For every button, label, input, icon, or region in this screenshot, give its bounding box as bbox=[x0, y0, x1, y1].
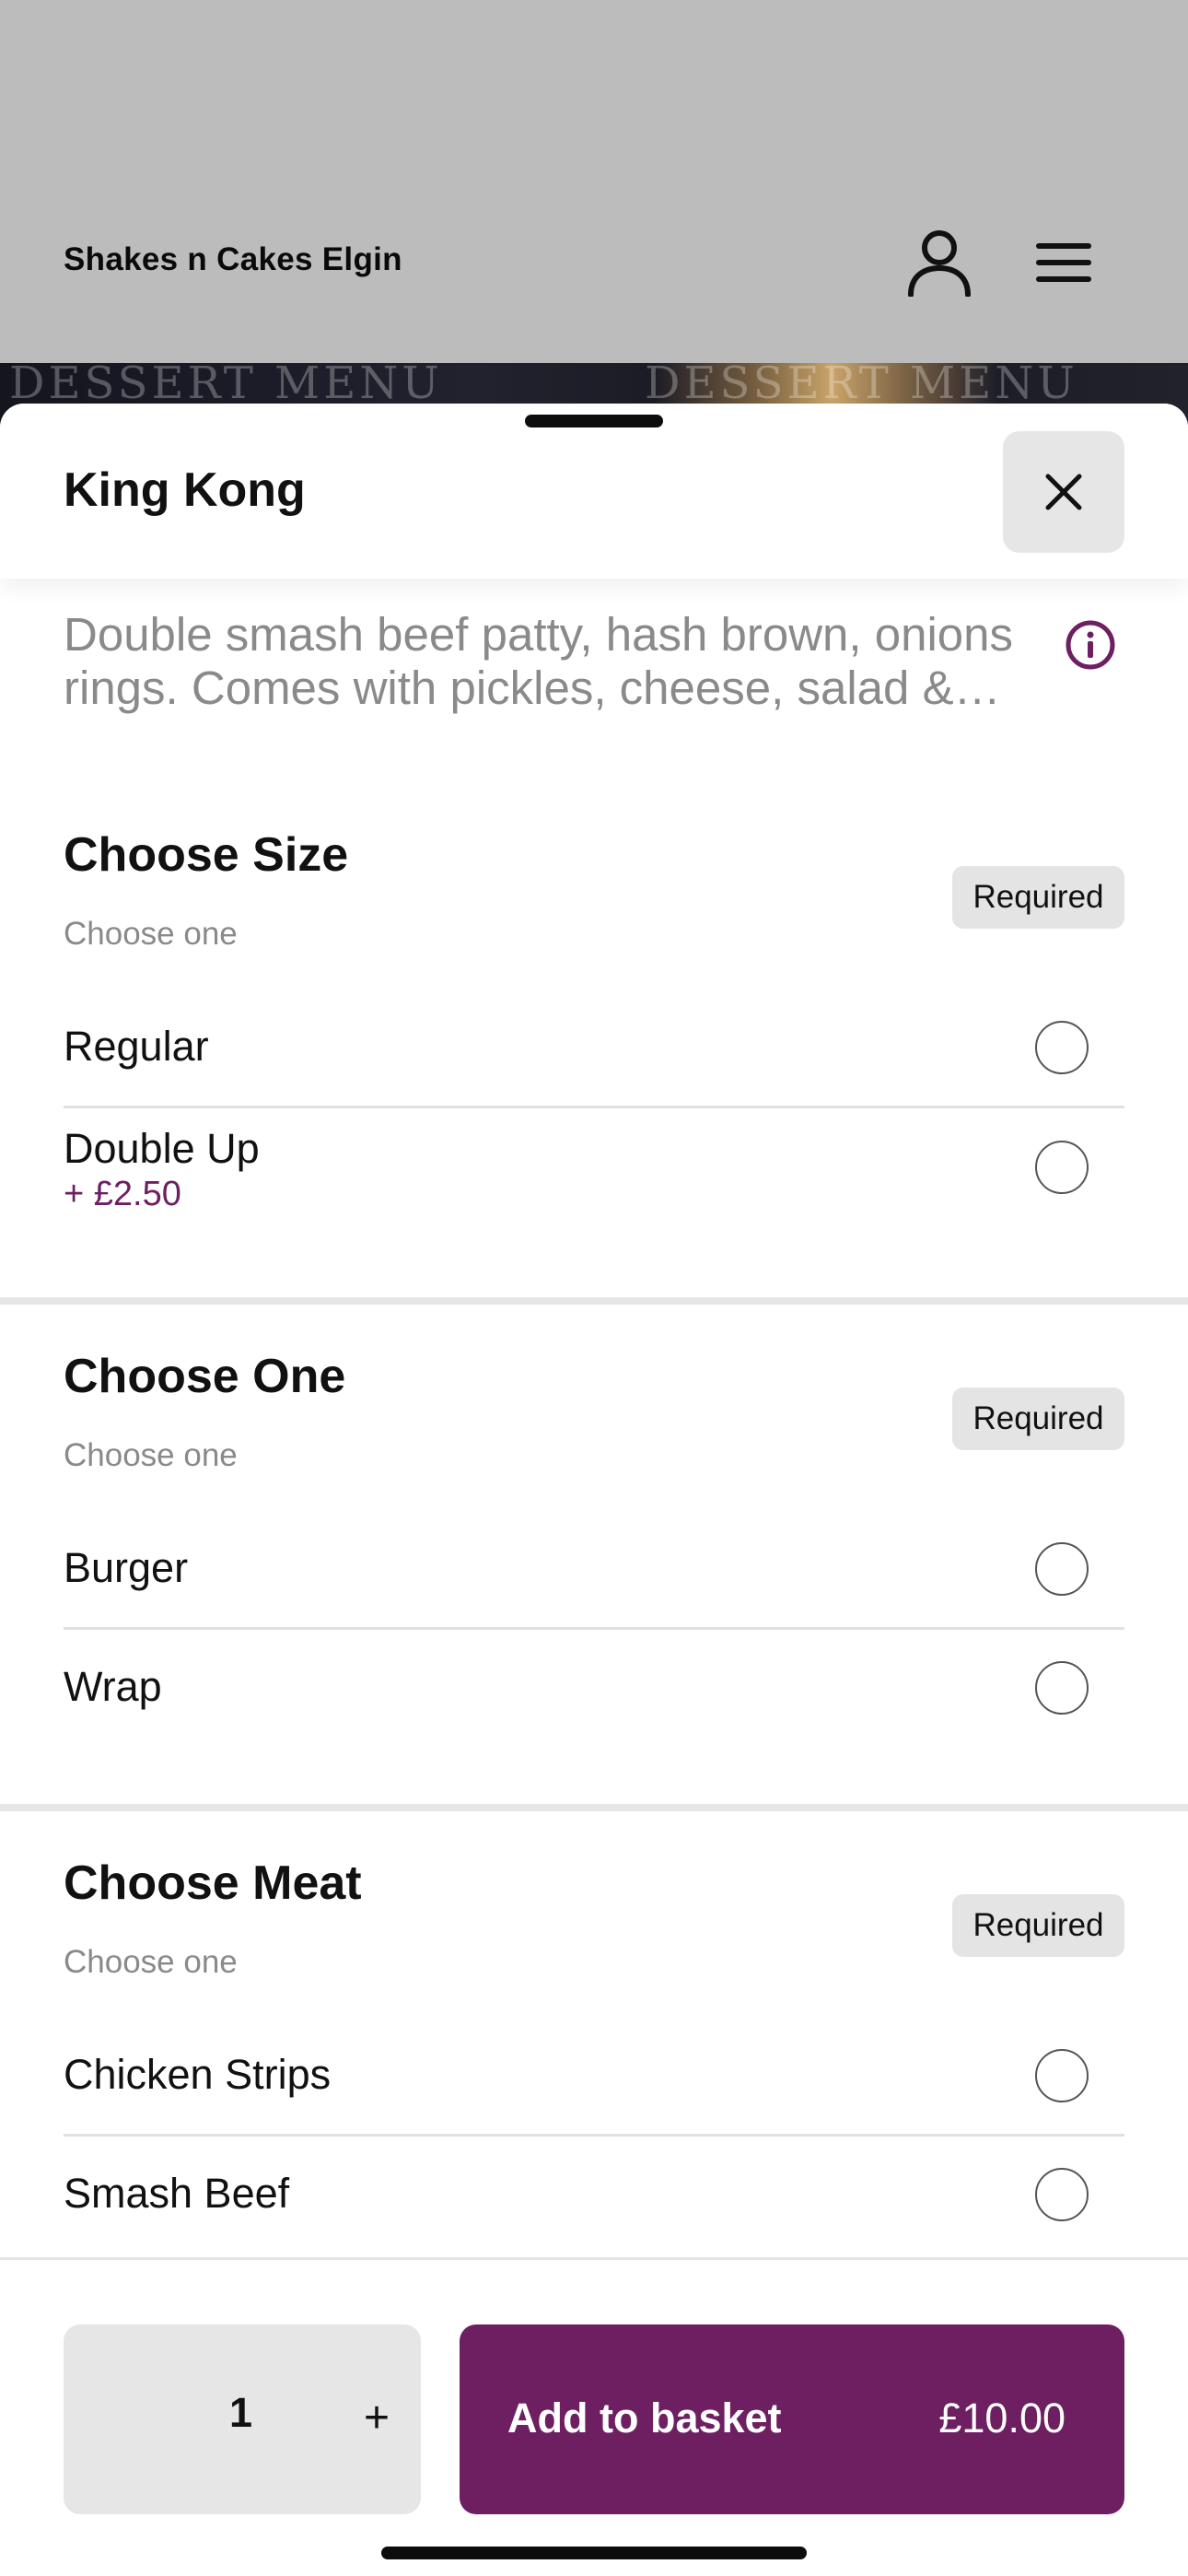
option-label: Wrap bbox=[64, 1663, 162, 1710]
home-indicator bbox=[381, 2547, 807, 2559]
close-icon bbox=[1045, 474, 1082, 510]
option-label: Smash Beef bbox=[64, 2170, 290, 2217]
option-row-wrap[interactable]: Wrap bbox=[64, 1630, 1124, 1744]
required-badge: Required bbox=[952, 1894, 1124, 1957]
radio-button[interactable] bbox=[1035, 1542, 1089, 1596]
group-subtitle: Choose one bbox=[64, 1437, 238, 1473]
info-icon bbox=[1066, 620, 1115, 670]
quantity-value: 1 bbox=[229, 2389, 253, 2436]
group-subtitle: Choose one bbox=[64, 916, 238, 952]
quantity-increment-button[interactable]: + bbox=[340, 2385, 413, 2450]
basket-total: £10.00 bbox=[938, 2395, 1066, 2441]
option-row-burger[interactable]: Burger bbox=[64, 1513, 1124, 1627]
radio-button[interactable] bbox=[1035, 1021, 1089, 1074]
group-title: Choose Size bbox=[64, 828, 349, 882]
option-row-double-up[interactable]: Double Up + £2.50 bbox=[64, 1108, 1124, 1228]
shop-name: Shakes n Cakes Elgin bbox=[64, 241, 402, 277]
option-group-meat: Choose Meat Choose one Required Chicken … bbox=[0, 1856, 1188, 2316]
group-subtitle: Choose one bbox=[64, 1944, 238, 1980]
user-icon bbox=[908, 230, 971, 297]
app-header: Shakes n Cakes Elgin bbox=[0, 0, 1188, 363]
section-divider bbox=[0, 1804, 1188, 1811]
sheet-header: King Kong bbox=[0, 404, 1188, 579]
hero-text-right: DESSERT MENU bbox=[645, 363, 1078, 409]
option-label: Chicken Strips bbox=[64, 2051, 332, 2098]
item-description: Double smash beef patty, hash brown, oni… bbox=[64, 608, 1014, 714]
group-title: Choose Meat bbox=[64, 1856, 362, 1910]
option-row-regular[interactable]: Regular bbox=[64, 991, 1124, 1106]
option-label: Burger bbox=[64, 1544, 189, 1591]
item-title: King Kong bbox=[64, 463, 306, 517]
close-button[interactable] bbox=[1003, 431, 1124, 553]
section-divider bbox=[0, 1297, 1188, 1305]
radio-button[interactable] bbox=[1035, 2049, 1089, 2102]
group-title: Choose One bbox=[64, 1350, 346, 1403]
option-group-size: Choose Size Choose one Required Regular … bbox=[0, 827, 1188, 1213]
option-row-chicken-strips[interactable]: Chicken Strips bbox=[64, 2020, 1124, 2134]
option-group-type: Choose One Choose one Required Burger Wr… bbox=[0, 1349, 1188, 1763]
add-to-basket-button[interactable]: Add to basket £10.00 bbox=[460, 2324, 1124, 2514]
hamburger-menu-icon bbox=[1036, 243, 1091, 282]
radio-button[interactable] bbox=[1035, 1661, 1089, 1715]
sheet-grabber[interactable] bbox=[525, 415, 663, 427]
account-button[interactable] bbox=[898, 221, 981, 304]
required-badge: Required bbox=[952, 866, 1124, 929]
option-row-smash-beef[interactable]: Smash Beef bbox=[64, 2137, 1124, 2251]
menu-button[interactable] bbox=[1022, 221, 1105, 304]
option-price: + £2.50 bbox=[64, 1175, 181, 1213]
info-button[interactable] bbox=[1065, 619, 1116, 671]
sheet-footer: 1 + Add to basket £10.00 bbox=[0, 2257, 1188, 2576]
required-badge: Required bbox=[952, 1388, 1124, 1450]
radio-button[interactable] bbox=[1035, 1141, 1089, 1194]
item-sheet: King Kong Double smash beef patty, hash … bbox=[0, 404, 1188, 2576]
quantity-stepper[interactable]: 1 + bbox=[64, 2324, 421, 2514]
radio-button[interactable] bbox=[1035, 2168, 1089, 2221]
add-to-basket-label: Add to basket bbox=[507, 2395, 782, 2441]
option-label: Double Up bbox=[64, 1125, 260, 1172]
option-label: Regular bbox=[64, 1023, 209, 1070]
hero-text-left: DESSERT MENU bbox=[9, 363, 443, 409]
